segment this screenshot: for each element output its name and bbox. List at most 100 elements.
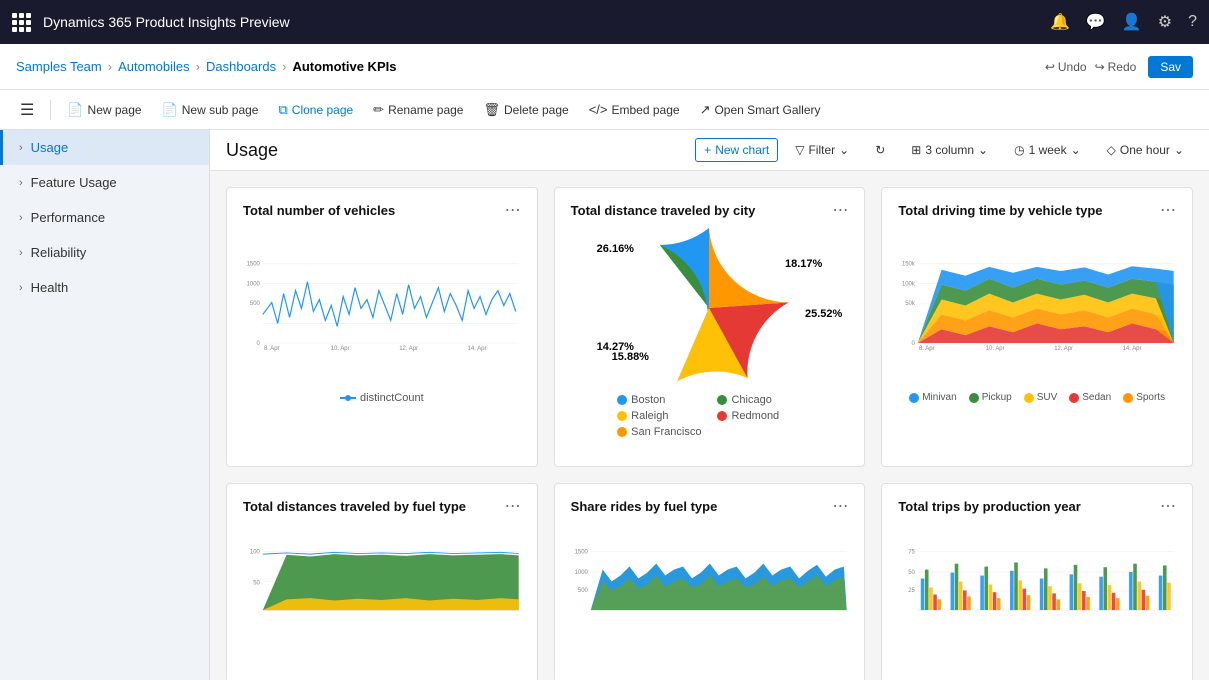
- new-page-button[interactable]: 📄 New page: [59, 98, 149, 122]
- interval-button[interactable]: ◇ One hour ⌄: [1098, 138, 1193, 162]
- delete-page-button[interactable]: 🗑 Delete page: [475, 98, 576, 122]
- svg-text:100: 100: [250, 550, 261, 556]
- svg-text:8. Apr: 8. Apr: [264, 346, 280, 352]
- legend-dot-suv: [1024, 393, 1034, 403]
- svg-text:10. Apr: 10. Apr: [986, 346, 1005, 352]
- open-smart-gallery-button[interactable]: ↗ Open Smart Gallery: [692, 98, 829, 122]
- sidebar-item-usage[interactable]: › Usage: [0, 130, 209, 165]
- svg-text:0: 0: [257, 341, 261, 347]
- columns-chevron-icon: ⌄: [978, 143, 988, 157]
- refresh-button[interactable]: ↻: [866, 138, 894, 162]
- rename-page-button[interactable]: ✏ Rename page: [365, 98, 471, 122]
- toolbar-sep-1: [50, 100, 51, 120]
- chart-title: Total number of vehicles: [243, 203, 395, 218]
- sidebar-item-label: Usage: [31, 140, 69, 155]
- new-sub-page-button[interactable]: 📄 New sub page: [154, 98, 267, 122]
- legend-dot-sf: [617, 427, 627, 437]
- legend-pickup: Pickup: [969, 392, 1012, 403]
- chart-header-trips-year: Total trips by production year ⋯: [882, 484, 1192, 524]
- chevron-icon: ›: [19, 177, 23, 189]
- legend-dot-boston: [617, 395, 627, 405]
- sidebar-item-reliability[interactable]: › Reliability: [0, 235, 209, 270]
- svg-text:50: 50: [253, 580, 260, 586]
- new-page-icon: 📄: [67, 102, 83, 118]
- plus-icon: +: [704, 143, 711, 157]
- redo-button[interactable]: ↪ Redo: [1095, 60, 1137, 74]
- top-nav-icons: 🔔 💬 👤 ⚙ ?: [1050, 12, 1197, 32]
- settings-icon[interactable]: ⚙: [1158, 12, 1172, 32]
- sidebar-item-label: Health: [31, 280, 69, 295]
- waffle-icon[interactable]: [12, 13, 31, 32]
- chart-body-share-rides: 1500 1000 500: [555, 524, 865, 678]
- svg-text:14. Apr: 14. Apr: [468, 346, 487, 352]
- breadcrumb-item-dashboards[interactable]: Dashboards: [206, 59, 276, 74]
- columns-button[interactable]: ⊞ 3 column ⌄: [902, 138, 997, 162]
- new-sub-page-icon: 📄: [162, 102, 178, 118]
- main-layout: › Usage › Feature Usage › Performance › …: [0, 130, 1209, 680]
- feedback-icon[interactable]: 💬: [1086, 12, 1106, 32]
- sidebar-item-performance[interactable]: › Performance: [0, 200, 209, 235]
- breadcrumb-item-team[interactable]: Samples Team: [16, 59, 102, 74]
- breadcrumb-actions: ↩ Undo ↪ Redo Sav: [1045, 56, 1193, 78]
- legend-item-chicago: Chicago: [717, 394, 801, 406]
- chart-more-button[interactable]: ⋯: [505, 200, 521, 220]
- chart-more-button[interactable]: ⋯: [832, 200, 848, 220]
- chart-header-driving-time: Total driving time by vehicle type ⋯: [882, 188, 1192, 228]
- chart-more-button[interactable]: ⋯: [1160, 200, 1176, 220]
- svg-text:150k: 150k: [902, 262, 915, 268]
- bell-icon[interactable]: 🔔: [1050, 12, 1070, 32]
- delete-icon: 🗑: [483, 102, 500, 118]
- line-chart-svg: 1500 1000 500 0 8. Apr 10. Apr 12. Apr 1…: [239, 228, 525, 383]
- filter-button[interactable]: ▽ Filter ⌄: [786, 138, 858, 162]
- breadcrumb-sep-2: ›: [196, 59, 200, 74]
- chevron-icon: ›: [19, 142, 23, 154]
- clone-page-button[interactable]: ⧉ Clone page: [270, 98, 361, 122]
- svg-text:12. Apr: 12. Apr: [399, 346, 418, 352]
- sidebar-item-feature-usage[interactable]: › Feature Usage: [0, 165, 209, 200]
- svg-text:25: 25: [909, 588, 916, 594]
- chart-card-trips-year: Total trips by production year ⋯ 75 50 2…: [881, 483, 1193, 680]
- breadcrumb-sep-1: ›: [108, 59, 112, 74]
- chart-body-trips-year: 75 50 25: [882, 524, 1192, 678]
- embed-page-button[interactable]: </> Embed page: [581, 98, 688, 121]
- undo-button[interactable]: ↩ Undo: [1045, 60, 1087, 74]
- svg-text:1000: 1000: [574, 570, 588, 576]
- breadcrumb-sep-3: ›: [282, 59, 286, 74]
- chart-more-button[interactable]: ⋯: [1160, 496, 1176, 516]
- chart-title: Total driving time by vehicle type: [898, 203, 1102, 218]
- svg-text:1000: 1000: [247, 281, 261, 287]
- chart-header-distance-city: Total distance traveled by city ⋯: [555, 188, 865, 228]
- help-icon[interactable]: ?: [1188, 13, 1197, 31]
- chart-more-button[interactable]: ⋯: [832, 496, 848, 516]
- save-button[interactable]: Sav: [1148, 56, 1193, 78]
- chart-card-share-rides: Share rides by fuel type ⋯ 1500 1000 500: [554, 483, 866, 680]
- chart-more-button[interactable]: ⋯: [505, 496, 521, 516]
- chart-body-driving-time: 150k 100k 50k 0: [882, 228, 1192, 462]
- legend-sports: Sports: [1123, 392, 1165, 403]
- diamond-icon: ◇: [1107, 143, 1116, 157]
- sidebar-item-label: Feature Usage: [31, 175, 117, 190]
- chart-legend: distinctCount: [239, 392, 525, 404]
- person-icon[interactable]: 👤: [1122, 12, 1142, 32]
- hamburger-button[interactable]: ☰: [12, 96, 42, 124]
- time-chevron-icon: ⌄: [1071, 143, 1081, 157]
- content-title: Usage: [226, 140, 278, 161]
- charts-grid: Total number of vehicles ⋯ 1500 1000: [210, 171, 1209, 680]
- content-area: Usage + New chart ▽ Filter ⌄ ↻ ⊞ 3 colum…: [210, 130, 1209, 680]
- pie-label-chicago: 25.52%: [805, 308, 842, 320]
- app-title: Dynamics 365 Product Insights Preview: [43, 14, 1038, 30]
- chart-card-driving-time: Total driving time by vehicle type ⋯ 150…: [881, 187, 1193, 467]
- chart-card-total-vehicles: Total number of vehicles ⋯ 1500 1000: [226, 187, 538, 467]
- filter-icon: ▽: [795, 143, 804, 157]
- legend-item-redmond: Redmond: [717, 410, 801, 422]
- sidebar-item-health[interactable]: › Health: [0, 270, 209, 305]
- chart-body-total-vehicles: 1500 1000 500 0 8. Apr 10. Apr 12. Apr 1…: [227, 228, 537, 462]
- legend-dot-minivan: [909, 393, 919, 403]
- chart-title: Total distances traveled by fuel type: [243, 499, 466, 514]
- breadcrumb-item-automobiles[interactable]: Automobiles: [118, 59, 190, 74]
- new-chart-button[interactable]: + New chart: [695, 138, 778, 162]
- interval-chevron-icon: ⌄: [1174, 143, 1184, 157]
- legend-item-sf: San Francisco: [617, 426, 701, 438]
- time-range-button[interactable]: ◷ 1 week ⌄: [1005, 138, 1090, 162]
- gallery-icon: ↗: [700, 102, 711, 118]
